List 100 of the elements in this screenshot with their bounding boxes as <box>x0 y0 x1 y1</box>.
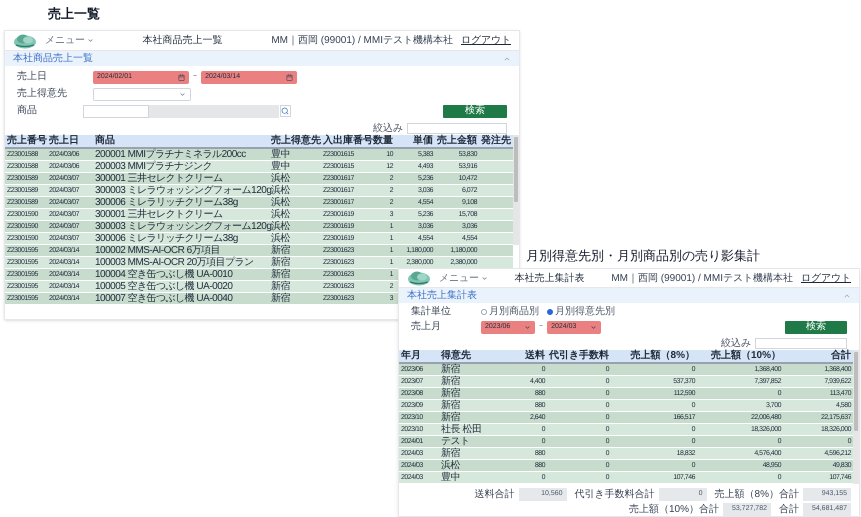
table-cell-text: 浜松 <box>270 209 291 220</box>
table-cell-text: 新宿 <box>270 257 291 268</box>
scrollbar[interactable] <box>513 135 519 245</box>
table-cell-text: 新宿 <box>270 281 291 292</box>
logo-icon <box>13 32 37 48</box>
table-cell-text: 浜松 <box>270 173 291 184</box>
table-cell-text: 新宿 <box>440 376 461 387</box>
table-cell-text: 200003 MMIプラチナジンク <box>94 161 214 172</box>
user-info: MM｜西岡 (99001) / MMIテスト機構本社 <box>271 34 453 48</box>
search-button[interactable]: 検索 <box>443 104 507 118</box>
logout-link[interactable]: ログアウト <box>461 33 511 48</box>
column-header[interactable]: 売上日 <box>47 135 93 147</box>
table-cell-text: 300006 ミレラリッチクリーム38g <box>94 197 239 208</box>
column-header[interactable]: 売上額（10%） <box>697 350 783 362</box>
table-cell-text: 豊中 <box>270 149 291 160</box>
radio-label: 月別得意先別 <box>555 307 615 318</box>
table-cell-text: 300001 三井セレクトクリーム <box>94 173 224 184</box>
section-title: 本社売上集計表 <box>407 288 477 304</box>
field-label: 売上日 <box>17 72 48 82</box>
filter-label: 絞込み <box>373 124 403 134</box>
table-cell-text: 浜松 <box>440 460 461 471</box>
caret-icon <box>87 37 94 44</box>
section-bar[interactable]: 本社売上集計表 <box>399 288 859 304</box>
page-heading: 売上一覧 <box>48 5 100 23</box>
table-cell-text: 300006 ミレラリッチクリーム38g <box>94 233 239 244</box>
column-header[interactable]: 単価 <box>395 135 435 147</box>
section-heading: 月別得意先別・月別商品別の売り影集計 <box>526 247 760 265</box>
column-header[interactable]: 発注先 <box>479 135 513 147</box>
table-cell-text: 浜松 <box>270 197 291 208</box>
total-label: 売上額（10%）合計 <box>628 504 719 514</box>
radio-label: 月別商品別 <box>489 307 539 318</box>
filter-field[interactable] <box>407 123 507 134</box>
table-cell-text: 200001 MMIプラチナミネラル200cc <box>94 149 247 160</box>
search-icon-button[interactable] <box>280 105 291 117</box>
column-header[interactable]: 送料 <box>491 350 547 362</box>
column-header[interactable]: 売上金額 <box>435 135 479 147</box>
table-cell-text: 新宿 <box>270 293 291 304</box>
logo-icon <box>407 270 431 286</box>
table-cell-text: 新宿 <box>440 364 461 375</box>
field-label: 集計単位 <box>411 307 452 318</box>
column-header[interactable]: 売上番号 <box>5 135 47 147</box>
calendar-icon <box>286 74 294 80</box>
table-cell-text: 社長 松田 <box>440 424 482 435</box>
column-header[interactable]: 数量 <box>375 135 395 147</box>
field-label: 売上月 <box>411 322 442 332</box>
table-cell-text: 300001 三井セレクトクリーム <box>94 209 224 220</box>
caret-icon <box>524 324 531 331</box>
window-title: 本社売上集計表 <box>514 272 586 286</box>
scrollbar[interactable] <box>853 350 859 484</box>
table-cell-text: 豊中 <box>270 161 291 172</box>
table-cell-text: 300003 ミレラウォッシングフォーム120g <box>94 185 269 196</box>
table-cell-text: テスト <box>440 436 470 447</box>
caret-icon <box>590 324 598 331</box>
search-icon <box>281 107 290 115</box>
total-label: 合計 <box>779 504 799 514</box>
radio-button[interactable] <box>547 309 553 316</box>
column-header[interactable]: 代引き手数料 <box>547 350 611 362</box>
table-cell-text: 浜松 <box>270 233 291 244</box>
field-label: 商品 <box>17 106 38 116</box>
filter-label: 絞込み <box>721 338 751 349</box>
search-button[interactable]: 検索 <box>785 320 847 334</box>
table-cell-text: 新宿 <box>270 269 291 280</box>
table-cell-text: 浜松 <box>271 185 291 196</box>
logout-link[interactable]: ログアウト <box>801 270 851 286</box>
table-cell-text: 100007 空き缶つぶし機 UA-0040 <box>94 293 234 304</box>
table-cell-text: 新宿 <box>440 448 461 459</box>
user-info: MM｜西岡 (99001) / MMIテスト機構本社 <box>611 272 793 286</box>
window-title: 本社商品売上一覧 <box>142 34 224 48</box>
total-label: 代引き手数料合計 <box>574 490 655 500</box>
column-header[interactable]: 得意先 <box>439 350 491 362</box>
table-cell-text: 100005 空き缶つぶし機 UA-0020 <box>94 281 234 292</box>
table-cell-text: 浜松 <box>271 221 291 232</box>
table-cell-text: 100002 MMS-AI-OCR 6万項目 <box>94 245 222 256</box>
table-cell-text: 300003 ミレラウォッシングフォーム120g <box>94 221 269 232</box>
table-cell-text: 豊中 <box>440 472 461 483</box>
filter-field[interactable] <box>755 338 847 350</box>
menu-button[interactable]: メニュー <box>45 33 94 48</box>
product-code-field[interactable] <box>82 104 149 118</box>
field-label: 売上得意先 <box>17 89 68 99</box>
radio-button[interactable] <box>481 309 487 316</box>
column-header[interactable]: 商品 <box>93 135 269 147</box>
column-header[interactable]: 売上得意先 <box>269 135 321 147</box>
total-label: 送料合計 <box>474 490 515 500</box>
table-cell-text: 100004 空き缶つぶし機 UA-0010 <box>94 269 234 280</box>
table-cell-text: 新宿 <box>440 400 461 411</box>
customer-select[interactable] <box>93 88 191 100</box>
column-header[interactable]: 合計 <box>783 350 853 362</box>
table-cell-text: 新宿 <box>270 245 291 256</box>
table-cell-text: 新宿 <box>440 388 461 399</box>
menu-button[interactable]: メニュー <box>439 270 488 286</box>
table-cell-text: 100003 MMS-AI-OCR 20万項目プラン <box>94 257 255 268</box>
table-cell-text: 新宿 <box>440 412 461 423</box>
column-header[interactable]: 売上額（8%） <box>611 350 697 362</box>
section-bar[interactable]: 本社商品売上一覧 <box>5 51 519 66</box>
caret-icon <box>481 274 488 282</box>
calendar-icon <box>178 74 185 80</box>
total-label: 売上額（8%）合計 <box>714 490 799 500</box>
section-title: 本社商品売上一覧 <box>13 52 93 66</box>
column-header[interactable]: 年月 <box>399 350 439 362</box>
caret-icon <box>179 90 186 98</box>
